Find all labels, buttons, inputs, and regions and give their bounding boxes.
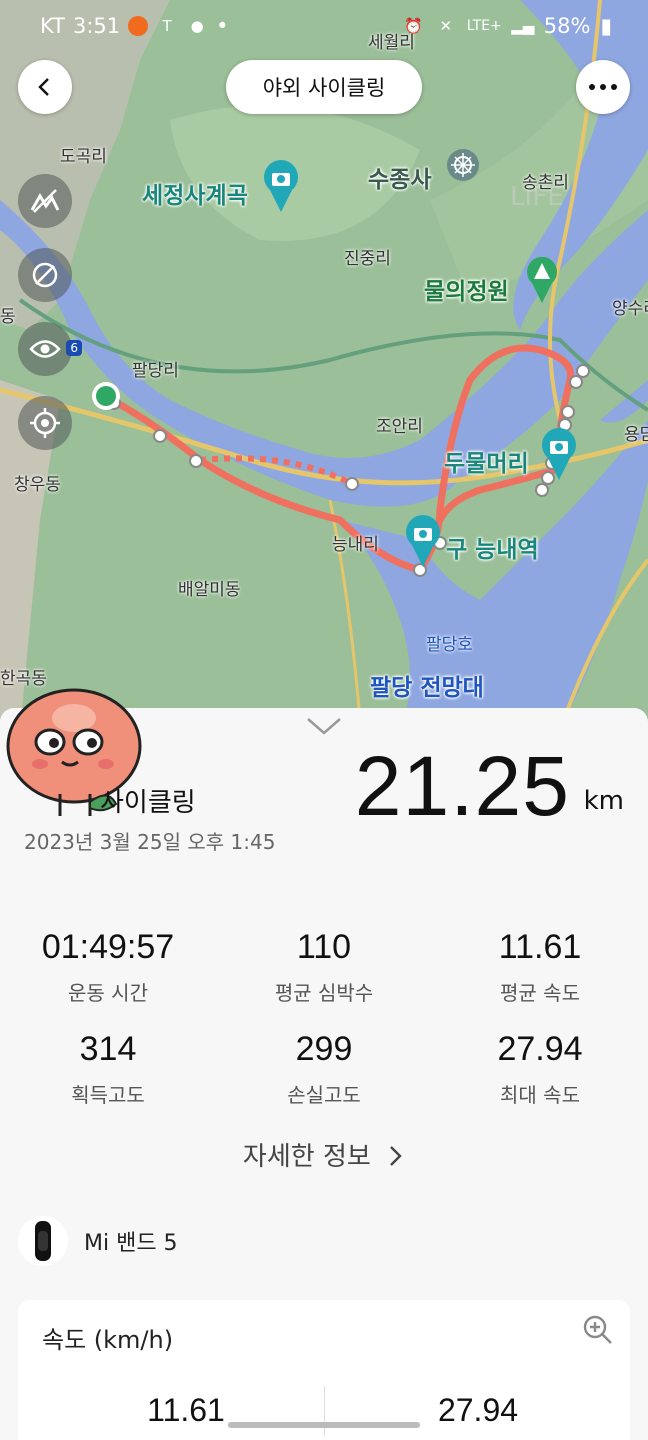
camera-pin-icon[interactable]: [540, 428, 578, 482]
clock: 3:51: [72, 14, 121, 38]
map-label: 세정사계곡: [142, 183, 248, 209]
stat-label: 평균 심박수: [274, 981, 374, 1005]
stat-avg-speed: 11.61 평균 속도: [432, 928, 648, 1006]
map-label: 물의정원: [424, 279, 509, 305]
network-label: LTE+: [466, 18, 502, 34]
details-link[interactable]: 자세한 정보: [0, 1136, 648, 1173]
more-button[interactable]: [576, 60, 630, 114]
stat-value: 01:49:57: [41, 928, 175, 966]
ride-name: 사이클링: [100, 788, 196, 818]
route-map[interactable]: LIFE 도곡리 세월리 세정사계곡 수종사 송촌리 진중리 물의정원 팔당리 …: [0, 0, 648, 730]
stat-label: 평균 속도: [500, 981, 580, 1005]
map-label: 용담: [624, 425, 648, 445]
chevron-right-icon: [390, 1146, 402, 1166]
stat-label: 운동 시간: [68, 981, 148, 1005]
map-layer-toggle-button[interactable]: [18, 174, 72, 228]
speed-card: 속도 (km/h) 11.61 27.94: [18, 1300, 630, 1440]
distance-unit: km: [583, 786, 624, 816]
map-label: 수종사: [368, 167, 432, 193]
tree-pin-icon[interactable]: [525, 255, 559, 305]
page-title: 야외 사이클링: [226, 60, 422, 114]
stat-duration: 01:49:57 운동 시간: [0, 928, 216, 1006]
teams-icon: T: [162, 17, 172, 35]
more-notifications-icon: •: [216, 14, 229, 38]
stat-elevation-gain: 314 획득고도: [0, 1030, 216, 1108]
map-label: 송촌리: [522, 173, 569, 193]
map-label: 진중리: [344, 249, 391, 269]
device-row[interactable]: Mi 밴드 5: [18, 1216, 178, 1266]
more-dots-icon: [589, 84, 617, 90]
summary-sheet: 사이클링 2023년 3월 25일 오후 1:45 21.25 km 01:49…: [0, 688, 648, 1440]
distance-value: 21.25: [354, 739, 570, 833]
stat-label: 획득고도: [71, 1083, 145, 1107]
back-arrow-icon: [38, 78, 49, 96]
status-bar: KT 3:51 T ● • ⏰ ✕ LTE+ ▂▄ 58% ▮: [0, 0, 648, 54]
locate-target-icon: [30, 408, 60, 438]
chevron-down-icon[interactable]: [306, 716, 342, 736]
mute-icon: ✕: [439, 17, 453, 35]
stat-value: 11.61: [498, 928, 582, 966]
details-link-label: 자세한 정보: [242, 1142, 371, 1172]
eye-icon: [29, 340, 61, 358]
map-label: 두물머리: [444, 451, 529, 477]
map-label: 팔당 전망대: [370, 675, 484, 701]
speed-card-title: 속도 (km/h): [42, 1326, 174, 1354]
stat-avg-heartrate: 110 평균 심박수: [216, 928, 432, 1006]
map-label: 양수리: [612, 299, 648, 319]
band-icon: [18, 1216, 68, 1266]
battery-icon: ▮: [600, 14, 612, 38]
map-label: 도곡리: [60, 147, 107, 167]
stat-value: 110: [296, 928, 352, 966]
map-label: 배알미동: [178, 580, 241, 600]
signal-icon: ▂▄: [511, 17, 535, 35]
battery-label: 58%: [543, 14, 591, 38]
photo-toggle-button[interactable]: [18, 248, 72, 302]
map-label: 동: [0, 307, 16, 327]
layer-off-icon: [30, 189, 60, 213]
back-button[interactable]: [18, 60, 72, 114]
home-indicator[interactable]: [228, 1422, 420, 1428]
eye-count-badge: 6: [66, 340, 82, 356]
map-label: 팔당리: [132, 361, 179, 381]
zoom-in-icon[interactable]: [582, 1314, 614, 1346]
carrier-label: KT: [40, 14, 65, 38]
divider: [324, 1386, 325, 1436]
stat-elevation-loss: 299 손실고도: [216, 1030, 432, 1108]
stat-label: 손실고도: [287, 1083, 361, 1107]
view-toggle-button[interactable]: 6: [18, 322, 82, 376]
map-label: 조안리: [376, 417, 423, 437]
talk-icon: ●: [190, 17, 204, 35]
camera-pin-icon[interactable]: [262, 160, 300, 214]
notification-icon: [128, 16, 149, 36]
stat-value: 27.94: [497, 1030, 583, 1068]
alarm-icon: ⏰: [404, 17, 424, 35]
map-label: 능내리: [332, 535, 379, 555]
stat-max-speed: 27.94 최대 속도: [432, 1030, 648, 1108]
no-photo-icon: [32, 262, 58, 288]
device-name: Mi 밴드 5: [84, 1231, 178, 1256]
map-label: 팔당호: [426, 635, 473, 655]
temple-icon[interactable]: [446, 148, 480, 182]
locate-button[interactable]: [18, 396, 72, 450]
map-label: 구 능내역: [446, 537, 539, 563]
camera-pin-icon[interactable]: [404, 515, 442, 569]
ride-datetime: 2023년 3월 25일 오후 1:45: [24, 830, 276, 854]
stat-value: 314: [79, 1030, 137, 1068]
stat-value: 299: [295, 1030, 353, 1068]
map-label: 창우동: [14, 475, 61, 495]
stat-label: 최대 속도: [500, 1083, 580, 1107]
